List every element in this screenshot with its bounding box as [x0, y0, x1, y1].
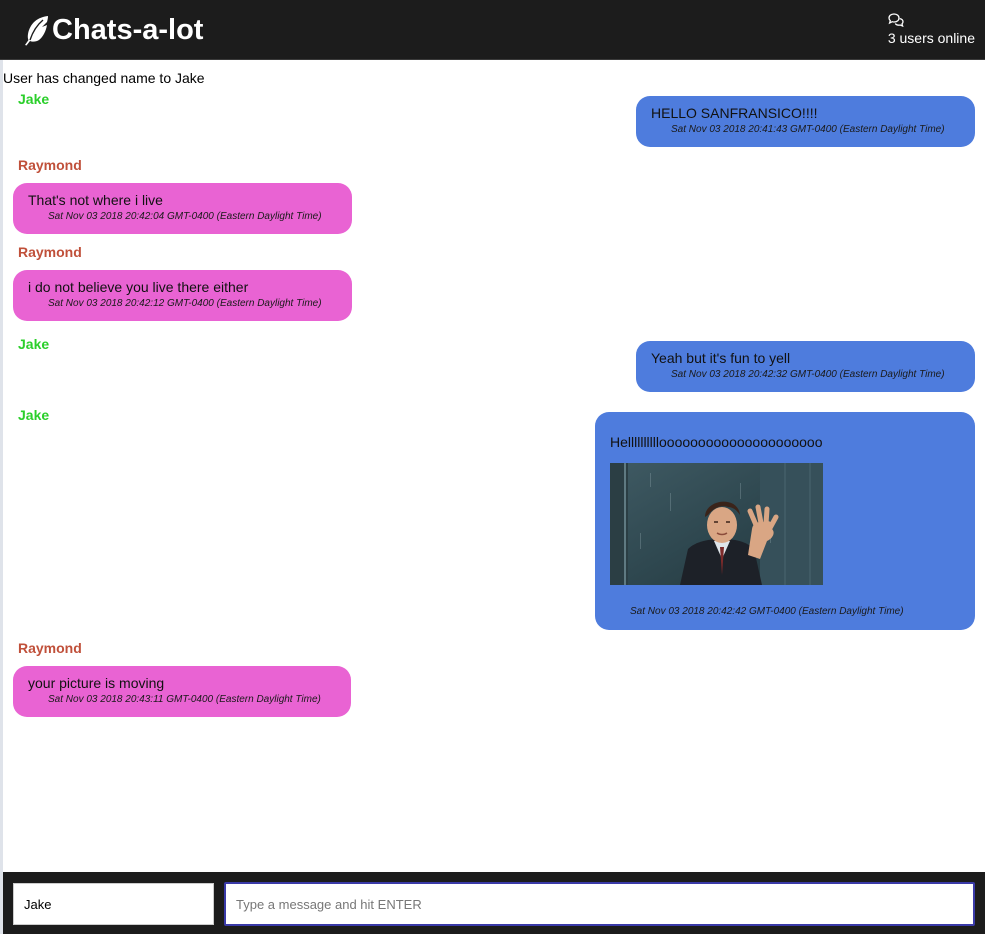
- sender-name: Raymond: [18, 157, 82, 173]
- app-title: Chats-a-lot: [52, 13, 204, 46]
- message-input[interactable]: [224, 882, 975, 926]
- message-text: Hellllllllllooooooooooooooooooooo: [610, 434, 823, 450]
- message-bubble: i do not believe you live there either S…: [13, 270, 352, 321]
- message-text: i do not believe you live there either: [28, 279, 249, 295]
- sender-name: Jake: [18, 336, 50, 352]
- message-text: your picture is moving: [28, 675, 165, 691]
- message-timestamp: Sat Nov 03 2018 20:42:32 GMT-0400 (Easte…: [671, 369, 945, 380]
- sender-name: Raymond: [18, 244, 82, 260]
- message-text: That's not where i live: [28, 192, 163, 208]
- message-bubble: Yeah but it's fun to yell Sat Nov 03 201…: [636, 341, 975, 392]
- username-input[interactable]: [13, 883, 214, 925]
- message-timestamp: Sat Nov 03 2018 20:42:04 GMT-0400 (Easte…: [48, 211, 322, 222]
- message-timestamp: Sat Nov 03 2018 20:41:43 GMT-0400 (Easte…: [671, 124, 945, 135]
- message-bubble: your picture is moving Sat Nov 03 2018 2…: [13, 666, 351, 717]
- composer-bar: [3, 872, 985, 934]
- header-bar: Chats-a-lot 3 users online: [0, 0, 985, 60]
- message-bubble: Hellllllllllooooooooooooooooooooo Sat No…: [595, 412, 975, 630]
- message-timestamp: Sat Nov 03 2018 20:43:11 GMT-0400 (Easte…: [48, 694, 321, 705]
- sender-name: Jake: [18, 91, 50, 107]
- brand[interactable]: Chats-a-lot: [22, 12, 203, 48]
- sender-name: Raymond: [18, 640, 82, 656]
- online-count: 3 users online: [887, 30, 975, 46]
- message-text: HELLO SANFRANSICO!!!!: [651, 105, 818, 121]
- feather-icon: [22, 14, 50, 46]
- message-bubble: That's not where i live Sat Nov 03 2018 …: [13, 183, 352, 234]
- system-message: User has changed name to Jake: [3, 70, 205, 86]
- message-timestamp: Sat Nov 03 2018 20:42:12 GMT-0400 (Easte…: [48, 298, 322, 309]
- animated-gif-image[interactable]: [610, 463, 823, 585]
- message-timestamp: Sat Nov 03 2018 20:42:42 GMT-0400 (Easte…: [630, 606, 904, 617]
- message-bubble: HELLO SANFRANSICO!!!! Sat Nov 03 2018 20…: [636, 96, 975, 147]
- message-feed[interactable]: User has changed name to Jake Jake HELLO…: [3, 61, 985, 872]
- sender-name: Jake: [18, 407, 50, 423]
- chat-bubbles-icon: [888, 13, 904, 30]
- message-text: Yeah but it's fun to yell: [651, 350, 791, 366]
